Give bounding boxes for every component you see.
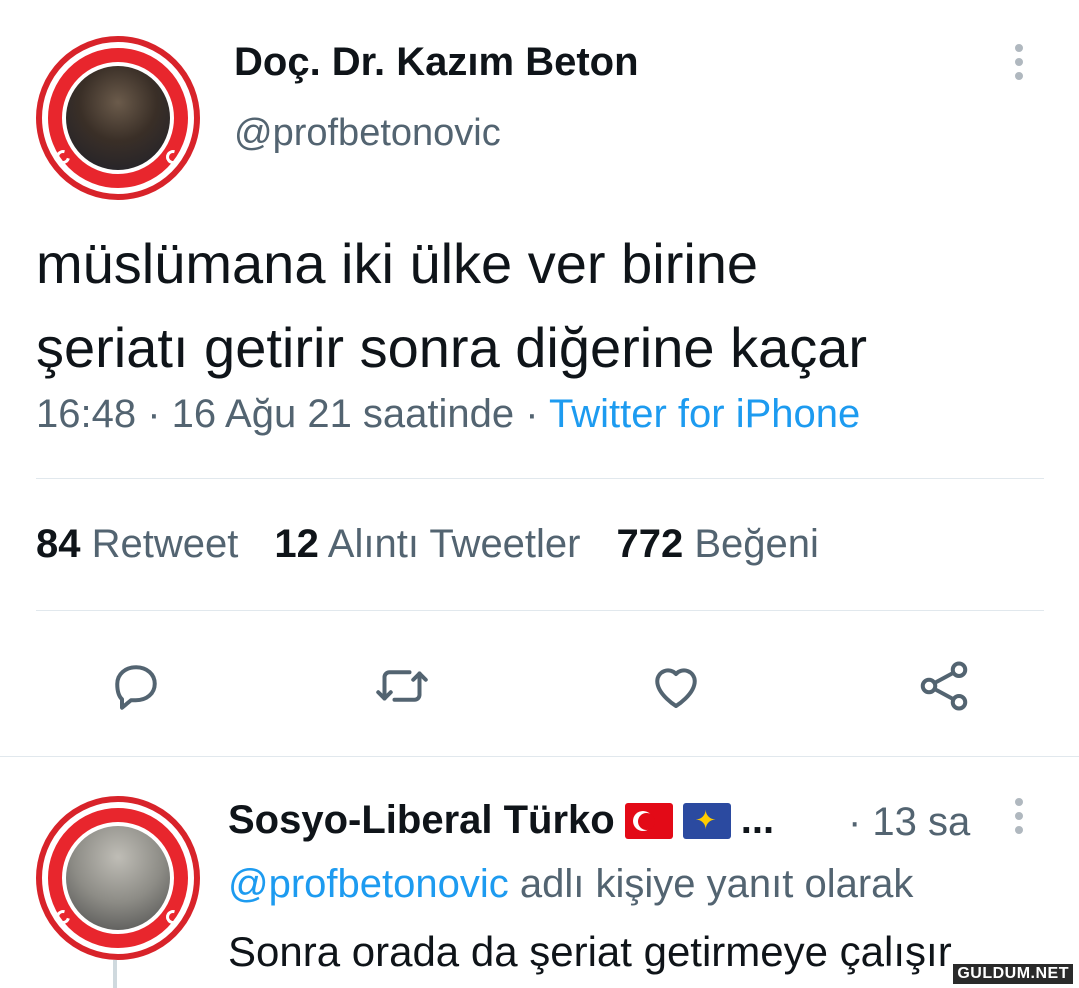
retweet-count: 84	[36, 522, 81, 566]
reply-author-name[interactable]: Sosyo-Liberal Türko ...	[228, 798, 774, 843]
name-ellipsis: ...	[740, 798, 775, 842]
author-name[interactable]: Doç. Dr. Kazım Beton	[234, 40, 639, 85]
tweet-text-line: şeriatı getirir sonra diğerine kaçar	[36, 316, 868, 379]
reply-icon[interactable]	[106, 656, 166, 716]
reply-author-name-text: Sosyo-Liberal Türko	[228, 798, 615, 842]
reply-text: Sonra orada da şeriat getirmeye çalışır	[228, 928, 952, 975]
tweet-timestamp[interactable]: 16:48 · 16 Ağu 21 saatinde ·	[36, 392, 549, 436]
like-count: 772	[616, 522, 684, 566]
eu-flag-icon	[682, 802, 731, 839]
reply-author-avatar[interactable]	[36, 796, 200, 960]
turkey-flag-icon	[624, 802, 673, 839]
quote-stat[interactable]: 12 Alıntı Tweetler	[274, 522, 580, 567]
author-handle[interactable]: @profbetonovic	[234, 112, 501, 155]
tweet-meta: 16:48 · 16 Ağu 21 saatinde · Twitter for…	[36, 392, 860, 437]
divider	[0, 756, 1079, 757]
avatar-photo	[66, 66, 170, 170]
divider	[36, 610, 1044, 611]
watermark: GULDUM.NET	[953, 964, 1073, 984]
replying-suffix: adlı kişiye yanıt olarak	[508, 862, 914, 906]
like-label: Beğeni	[694, 522, 819, 566]
replying-to: @profbetonovic adlı kişiye yanıt olarak	[228, 862, 913, 907]
more-options-icon[interactable]	[1014, 798, 1024, 834]
like-icon[interactable]	[646, 656, 706, 716]
retweet-stat[interactable]: 84 Retweet	[36, 522, 238, 567]
tweet-text: müslümana iki ülke ver birine şeriatı ge…	[36, 222, 1056, 390]
retweet-label: Retweet	[91, 522, 239, 566]
author-avatar[interactable]	[36, 36, 200, 200]
quote-label: Alıntı Tweetler	[327, 522, 581, 566]
avatar-photo	[66, 826, 170, 930]
like-stat[interactable]: 772 Beğeni	[617, 522, 819, 567]
share-icon[interactable]	[914, 656, 974, 716]
tweet-text-line: müslümana iki ülke ver birine	[36, 232, 759, 295]
more-options-icon[interactable]	[1014, 44, 1024, 80]
thread-line	[113, 960, 117, 988]
tweet-source[interactable]: Twitter for iPhone	[549, 392, 860, 436]
retweet-icon[interactable]	[372, 656, 432, 716]
quote-count: 12	[274, 522, 319, 566]
replying-mention[interactable]: @profbetonovic	[228, 862, 509, 906]
divider	[36, 478, 1044, 479]
tweet-stats: 84 Retweet 12 Alıntı Tweetler 772 Beğeni	[36, 522, 819, 567]
reply-time[interactable]: · 13 sa	[848, 800, 970, 845]
